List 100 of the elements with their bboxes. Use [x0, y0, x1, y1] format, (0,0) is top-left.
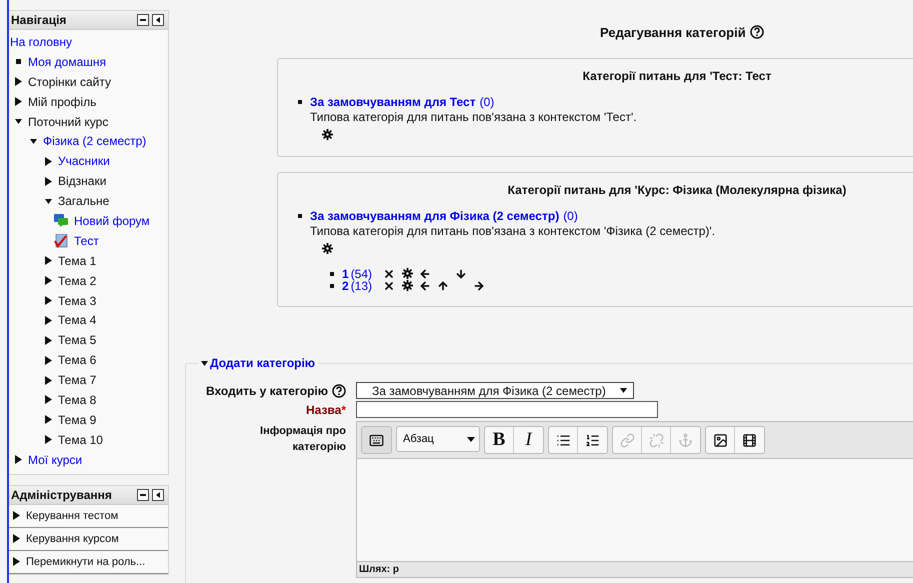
italic-button[interactable]: I	[514, 427, 543, 453]
nav-link[interactable]: Новий форум	[74, 214, 150, 228]
nav-item[interactable]: Тема 4	[58, 313, 96, 328]
numbered-list-icon	[585, 432, 600, 448]
nav-item[interactable]: Тема 2	[58, 274, 96, 288]
question-count: (54)	[350, 267, 372, 281]
expand-icon[interactable]	[13, 557, 20, 566]
forum-icon	[54, 214, 68, 228]
up-arrow-icon[interactable]	[437, 280, 450, 292]
expand-icon[interactable]	[45, 276, 52, 286]
nav-link[interactable]: Мої курси	[28, 452, 82, 467]
right-arrow-icon[interactable]	[473, 280, 486, 292]
required-mark: *	[341, 402, 346, 416]
category-description: Типова категорія для питань пов'язана з контекстом 'Фізика (2 семестр)'.	[310, 224, 716, 238]
nav-link[interactable]: Учасники	[58, 154, 110, 168]
expand-icon[interactable]	[45, 395, 52, 404]
caret-icon	[467, 436, 475, 442]
expand-icon[interactable]	[13, 534, 20, 544]
panel-title: Категорії питань для 'Курс: Фізика (Молекулярна фізика)	[506, 183, 848, 197]
image-icon	[712, 432, 728, 448]
anchor-icon	[678, 432, 693, 448]
help-icon[interactable]	[332, 384, 346, 398]
category-description: Типова категорія для питань пов'язана з контекстом 'Тест'.	[310, 110, 637, 124]
nav-item[interactable]: Мій профіль	[28, 94, 96, 109]
nav-item[interactable]: Тема 10	[58, 432, 103, 447]
minimize-icon[interactable]	[137, 14, 149, 26]
field-label: Інформація про категорію	[259, 424, 346, 455]
question-count: (13)	[350, 279, 372, 293]
nav-item[interactable]: Перемикнути на роль...	[26, 556, 146, 568]
nav-link[interactable]: На головну	[10, 34, 72, 49]
film-icon	[742, 432, 757, 448]
help-icon[interactable]	[750, 25, 764, 39]
nav-link[interactable]: Моя домашня	[28, 54, 106, 69]
expand-icon[interactable]	[45, 296, 52, 306]
nav-item[interactable]: Загальне	[58, 194, 110, 208]
dock-icon[interactable]	[152, 488, 164, 501]
settings-icon[interactable]	[322, 128, 332, 140]
nav-item[interactable]: Тема 7	[58, 373, 96, 388]
collapse-icon[interactable]	[30, 136, 37, 146]
down-arrow-icon[interactable]	[455, 268, 468, 280]
expand-icon[interactable]	[45, 316, 52, 325]
delete-icon[interactable]	[383, 268, 396, 280]
bold-button[interactable]: B	[485, 427, 514, 453]
expand-icon[interactable]	[45, 336, 52, 345]
nav-item[interactable]: Відзнаки	[58, 174, 106, 188]
expand-icon[interactable]	[13, 511, 20, 520]
category-link[interactable]: За замовчуванням для Тест	[310, 95, 476, 109]
name-field[interactable]	[356, 401, 658, 418]
expand-icon[interactable]	[45, 356, 52, 365]
collapse-icon[interactable]	[45, 196, 52, 206]
expand-icon[interactable]	[45, 176, 52, 186]
category-link[interactable]: За замовчуванням для Фізика (2 семестр)	[310, 209, 560, 223]
minimize-icon[interactable]	[137, 488, 149, 501]
block-title: Навігація	[11, 13, 66, 27]
category-link[interactable]: 1	[342, 267, 349, 281]
category-select[interactable]: За замовчуванням для Фізика (2 семестр)	[356, 382, 634, 399]
left-arrow-icon[interactable]	[419, 280, 432, 292]
expand-icon[interactable]	[45, 415, 52, 424]
question-count: (0)	[480, 95, 494, 109]
expand-icon[interactable]	[45, 376, 52, 385]
nav-item[interactable]: Тема 6	[58, 353, 96, 368]
expand-icon[interactable]	[45, 156, 52, 166]
settings-icon[interactable]	[322, 242, 332, 254]
bullet-icon	[298, 214, 302, 218]
bullet-icon	[330, 284, 334, 288]
nav-item[interactable]: Поточний курс	[28, 114, 108, 128]
nav-item[interactable]: Тема 9	[58, 412, 96, 427]
left-arrow-icon[interactable]	[419, 268, 432, 280]
nav-item[interactable]: Тема 8	[58, 392, 96, 407]
category-link[interactable]: 2	[342, 279, 349, 293]
nav-item[interactable]: Сторінки сайту	[28, 74, 111, 89]
question-count: (0)	[563, 209, 578, 223]
caret-icon	[620, 388, 627, 393]
expand-icon[interactable]	[15, 455, 22, 464]
collapse-icon[interactable]	[15, 117, 22, 126]
page-heading: Редагування категорій	[600, 24, 746, 40]
nav-item[interactable]: Тема 5	[58, 333, 96, 348]
expand-icon[interactable]	[45, 256, 52, 266]
nav-item[interactable]: Керування тестом	[26, 510, 118, 522]
settings-icon[interactable]	[402, 268, 413, 279]
expand-icon[interactable]	[15, 97, 22, 106]
format-select[interactable]: Абзац	[396, 426, 480, 452]
block-title: Адміністрування	[11, 488, 112, 502]
delete-icon[interactable]	[383, 280, 396, 292]
nav-item[interactable]: Керування курсом	[26, 532, 119, 545]
keyboard-icon	[369, 432, 384, 448]
link-icon	[620, 432, 634, 448]
collapse-icon[interactable]	[201, 358, 208, 368]
nav-link[interactable]: Фізика (2 семестр)	[43, 134, 146, 148]
bullet-icon	[16, 59, 21, 64]
expand-icon[interactable]	[45, 435, 52, 444]
expand-icon[interactable]	[15, 77, 22, 86]
quiz-icon	[54, 234, 68, 248]
settings-icon[interactable]	[402, 280, 413, 291]
dock-icon[interactable]	[152, 14, 164, 26]
nav-link[interactable]: Тест	[74, 234, 99, 248]
field-label: Назва	[306, 402, 342, 416]
nav-item[interactable]: Тема 3	[58, 294, 96, 308]
bullet-icon	[298, 100, 302, 104]
nav-item[interactable]: Тема 1	[58, 254, 96, 268]
